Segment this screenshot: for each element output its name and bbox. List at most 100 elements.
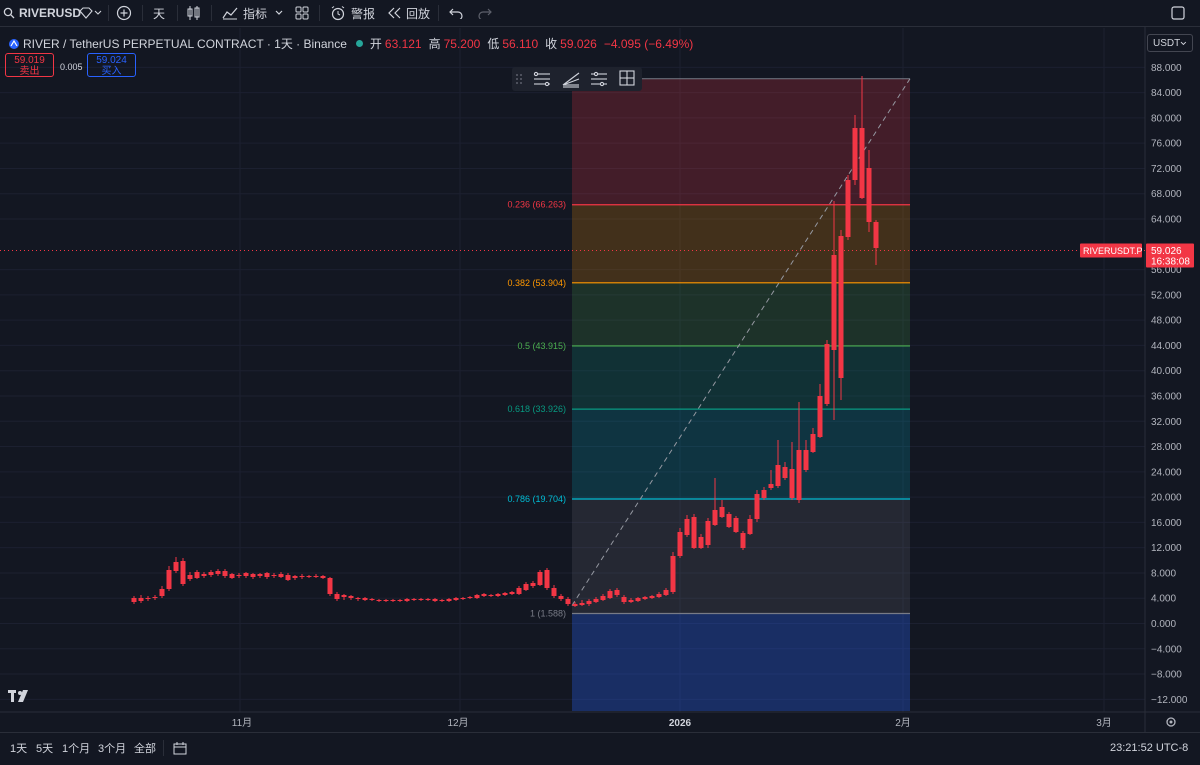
range-5d[interactable]: 5天 <box>36 733 53 763</box>
candle-body <box>593 599 599 602</box>
candle <box>334 592 340 601</box>
fib-fan-icon[interactable] <box>562 72 580 88</box>
candle-body <box>404 599 410 601</box>
candle-body <box>334 594 340 599</box>
candle-body <box>474 595 480 598</box>
candle-body <box>663 590 669 595</box>
candle-body <box>243 573 249 576</box>
candle-body <box>369 599 375 600</box>
fib-box-icon[interactable] <box>619 70 635 86</box>
candle <box>845 175 851 240</box>
fib-band <box>572 78 910 205</box>
sell-button[interactable]: 59.019 卖出 <box>5 53 54 77</box>
fib-band <box>572 282 910 346</box>
fib-level-label: 0.236 (66.263) <box>507 200 566 210</box>
currency-select[interactable]: USDT <box>1147 34 1193 52</box>
candle-body <box>271 575 277 576</box>
candle <box>677 528 683 558</box>
candle-body <box>733 518 739 532</box>
candle-body <box>607 591 613 598</box>
candle-body <box>852 128 858 180</box>
candle-body <box>397 600 403 601</box>
settings-gear-icon[interactable] <box>1166 717 1176 727</box>
candle-body <box>418 599 424 600</box>
candle-body <box>803 450 809 470</box>
candle-body <box>579 603 585 605</box>
candle <box>824 340 830 406</box>
price-tick-label: 40.000 <box>1151 366 1182 377</box>
fib-retracement-icon[interactable] <box>533 71 550 87</box>
candle-body <box>194 572 200 578</box>
candle-body <box>488 595 494 596</box>
candle <box>488 594 494 597</box>
candle-body <box>131 598 137 602</box>
candle <box>355 597 361 601</box>
fib-band <box>572 204 910 283</box>
candle-body <box>180 561 186 584</box>
candle-body <box>411 599 417 600</box>
price-tick-label: 76.000 <box>1151 139 1182 150</box>
price-tick-label: 8.000 <box>1151 568 1176 579</box>
candle-body <box>859 128 865 198</box>
clock-timezone[interactable]: 23:21:52 UTC-8 <box>1110 733 1188 763</box>
candle <box>516 586 522 595</box>
candle <box>509 591 515 595</box>
candle <box>292 575 298 580</box>
candle-body <box>257 574 263 576</box>
candle <box>495 593 501 597</box>
time-axis: 11月 12月 2026 2月 3月 <box>232 717 1112 729</box>
candle-body <box>355 598 361 599</box>
candle-body <box>656 594 662 597</box>
candle-body <box>138 598 144 601</box>
candle-body <box>698 537 704 548</box>
candle <box>159 586 165 598</box>
time-tick-label: 2月 <box>895 717 911 729</box>
candle <box>299 574 305 579</box>
candle-body <box>628 600 634 602</box>
candle-body <box>208 572 214 575</box>
candle-body <box>747 519 753 534</box>
range-1m[interactable]: 1个月 <box>62 733 90 763</box>
range-all[interactable]: 全部 <box>134 733 156 763</box>
candle-body <box>425 599 431 600</box>
candle-body <box>558 596 564 599</box>
buy-button[interactable]: 59.024 买入 <box>87 53 136 77</box>
price-tick-label: 20.000 <box>1151 493 1182 504</box>
candle <box>313 574 319 578</box>
drag-handle-icon[interactable] <box>516 74 522 84</box>
candle-body <box>740 533 746 548</box>
fib-extension-icon[interactable] <box>591 71 607 87</box>
candle <box>523 582 529 591</box>
candle <box>180 558 186 586</box>
candle <box>383 599 389 602</box>
countdown-label: 16:38:08 <box>1151 256 1190 267</box>
candle-body <box>691 517 697 548</box>
candle-body <box>306 576 312 577</box>
candle <box>250 573 256 579</box>
candle <box>726 512 732 528</box>
candle-body <box>586 601 592 604</box>
candle <box>215 569 221 576</box>
bottom-bar: 1天 5天 1个月 3个月 全部 23:21:52 UTC-8 <box>0 732 1200 765</box>
candle-body <box>495 594 501 596</box>
tradingview-logo <box>8 689 32 706</box>
range-1d[interactable]: 1天 <box>10 733 27 763</box>
candle-body <box>621 597 627 602</box>
candle <box>705 518 711 548</box>
candle-body <box>768 484 774 488</box>
fib-level-label: 1 (1.588) <box>530 608 566 618</box>
price-tick-label: 88.000 <box>1151 63 1182 74</box>
price-chart[interactable]: 0.236 (66.263) 0.382 (53.904) 0.5 (43.915)… <box>0 0 1200 764</box>
price-tick-label: 32.000 <box>1151 417 1182 428</box>
candle <box>348 595 354 600</box>
candle-body <box>670 556 676 592</box>
candle-body <box>201 574 207 576</box>
calendar-icon[interactable] <box>173 733 187 763</box>
range-3m[interactable]: 3个月 <box>98 733 126 763</box>
candle-body <box>250 574 256 577</box>
candle-body <box>838 236 844 378</box>
candle-body <box>712 510 718 525</box>
price-tick-label: 44.000 <box>1151 341 1182 352</box>
candle <box>838 230 844 400</box>
candle-body <box>481 594 487 596</box>
